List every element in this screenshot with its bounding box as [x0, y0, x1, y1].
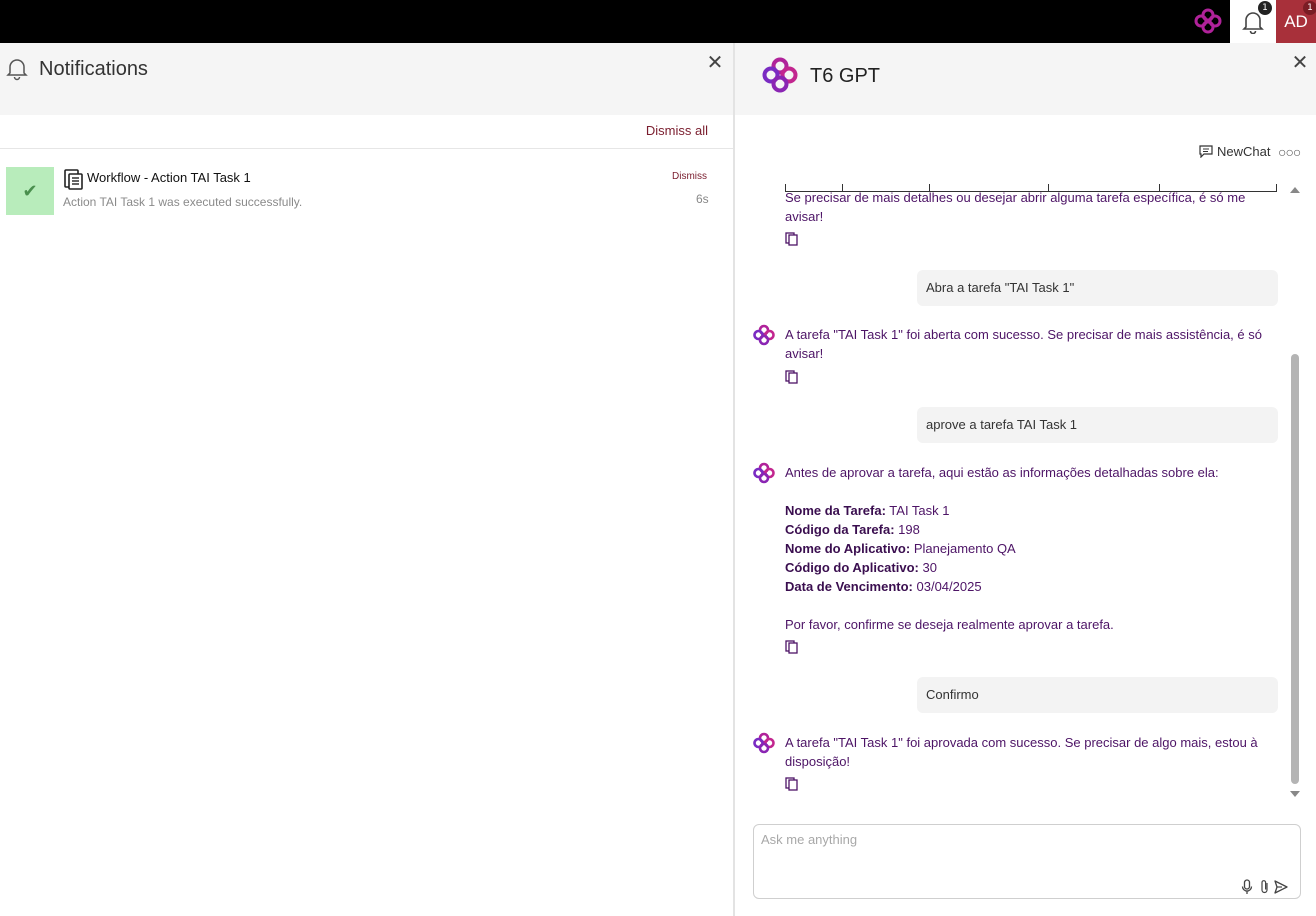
microphone-icon[interactable] [1240, 879, 1254, 895]
scroll-down-arrow[interactable] [1290, 791, 1300, 797]
field-value: 03/04/2025 [916, 579, 982, 594]
field-value: Planejamento QA [913, 541, 1016, 556]
task-field-row: Nome da Tarefa: TAI Task 1 [785, 501, 1275, 520]
bot-message-task-details: Antes de aprovar a tarefa, aqui estão as… [785, 463, 1275, 634]
t6-logo-icon[interactable] [1194, 8, 1222, 34]
bot-message: A tarefa "TAI Task 1" foi aberta com suc… [785, 327, 1262, 361]
top-bar: 1 AD 1 [0, 0, 1316, 43]
field-label: Código do Aplicativo: [785, 560, 919, 575]
notification-item[interactable]: ✔ Workflow - Action TAI Task 1 Action TA… [0, 161, 733, 221]
notification-message: Action TAI Task 1 was executed successfu… [63, 195, 303, 209]
new-chat-label: NewChat [1217, 143, 1271, 159]
notification-count-badge: 1 [1258, 1, 1272, 15]
close-notifications-icon[interactable]: ✕ [705, 53, 725, 73]
gpt-header: T6 GPT ✕ [735, 43, 1316, 115]
scrollbar-thumb[interactable] [1291, 354, 1299, 784]
success-check-icon: ✔ [6, 167, 54, 215]
avatar-initials: AD [1284, 11, 1308, 31]
notifications-panel: Notifications ✕ Dismiss all ✔ Workflow -… [0, 43, 733, 916]
chat-input-box [753, 824, 1301, 899]
field-label: Data de Vencimento: [785, 579, 913, 594]
task-field-row: Data de Vencimento: 03/04/2025 [785, 577, 1275, 596]
bot-message: A tarefa "TAI Task 1" foi aprovada com s… [785, 735, 1258, 769]
bell-icon [6, 59, 28, 81]
notification-title: Workflow - Action TAI Task 1 [87, 170, 251, 185]
task-field-row: Código da Tarefa: 198 [785, 520, 1275, 539]
task-details-outro: Por favor, confirme se deseja realmente … [785, 617, 1114, 632]
task-field-row: Nome do Aplicativo: Planejamento QA [785, 539, 1275, 558]
chat-input[interactable] [754, 825, 1300, 875]
chat-icon [1199, 144, 1213, 158]
field-label: Nome do Aplicativo: [785, 541, 911, 556]
field-value: 198 [898, 522, 920, 537]
bot-avatar-icon [753, 732, 775, 754]
dismiss-all-row: Dismiss all [0, 115, 733, 149]
new-chat-button[interactable]: NewChat [1199, 142, 1270, 160]
scroll-up-arrow[interactable] [1290, 187, 1300, 193]
gpt-title: T6 GPT [810, 65, 881, 87]
notifications-header: Notifications ✕ [0, 43, 733, 115]
copy-icon[interactable] [785, 640, 798, 654]
copy-icon[interactable] [785, 232, 798, 246]
dismiss-all-button[interactable]: Dismiss all [646, 123, 708, 138]
notifications-button[interactable]: 1 [1230, 0, 1276, 43]
notifications-title: Notifications [39, 58, 148, 80]
field-value: 30 [922, 560, 937, 575]
field-value: TAI Task 1 [889, 503, 950, 518]
t6-gpt-logo-icon [762, 57, 798, 93]
avatar-badge: 1 [1303, 1, 1316, 15]
notification-time: 6s [696, 192, 709, 206]
more-options-icon[interactable]: ○○○ [1278, 144, 1301, 160]
bot-avatar-icon [753, 462, 775, 484]
send-icon[interactable] [1274, 879, 1288, 895]
user-message: Confirmo [917, 677, 1278, 713]
bot-message: Se precisar de mais detalhes ou desejar … [785, 190, 1246, 224]
copy-icon[interactable] [785, 370, 798, 384]
document-icon [64, 169, 83, 190]
user-avatar[interactable]: AD 1 [1276, 0, 1316, 43]
dismiss-notification-button[interactable]: Dismiss [672, 171, 707, 182]
bot-avatar-icon [753, 324, 775, 346]
task-details-intro: Antes de aprovar a tarefa, aqui estão as… [785, 465, 1219, 480]
copy-icon[interactable] [785, 777, 798, 791]
field-label: Nome da Tarefa: [785, 503, 886, 518]
chat-messages[interactable]: Se precisar de mais detalhes ou desejar … [735, 174, 1290, 804]
gpt-panel: T6 GPT ✕ NewChat ○○○ Se precisar de mais… [735, 43, 1316, 916]
field-label: Código da Tarefa: [785, 522, 895, 537]
user-message: aprove a tarefa TAI Task 1 [917, 407, 1278, 443]
attachment-icon[interactable] [1258, 879, 1272, 895]
user-message: Abra a tarefa "TAI Task 1" [917, 270, 1278, 306]
task-field-row: Código do Aplicativo: 30 [785, 558, 1275, 577]
close-gpt-icon[interactable]: ✕ [1290, 53, 1310, 73]
